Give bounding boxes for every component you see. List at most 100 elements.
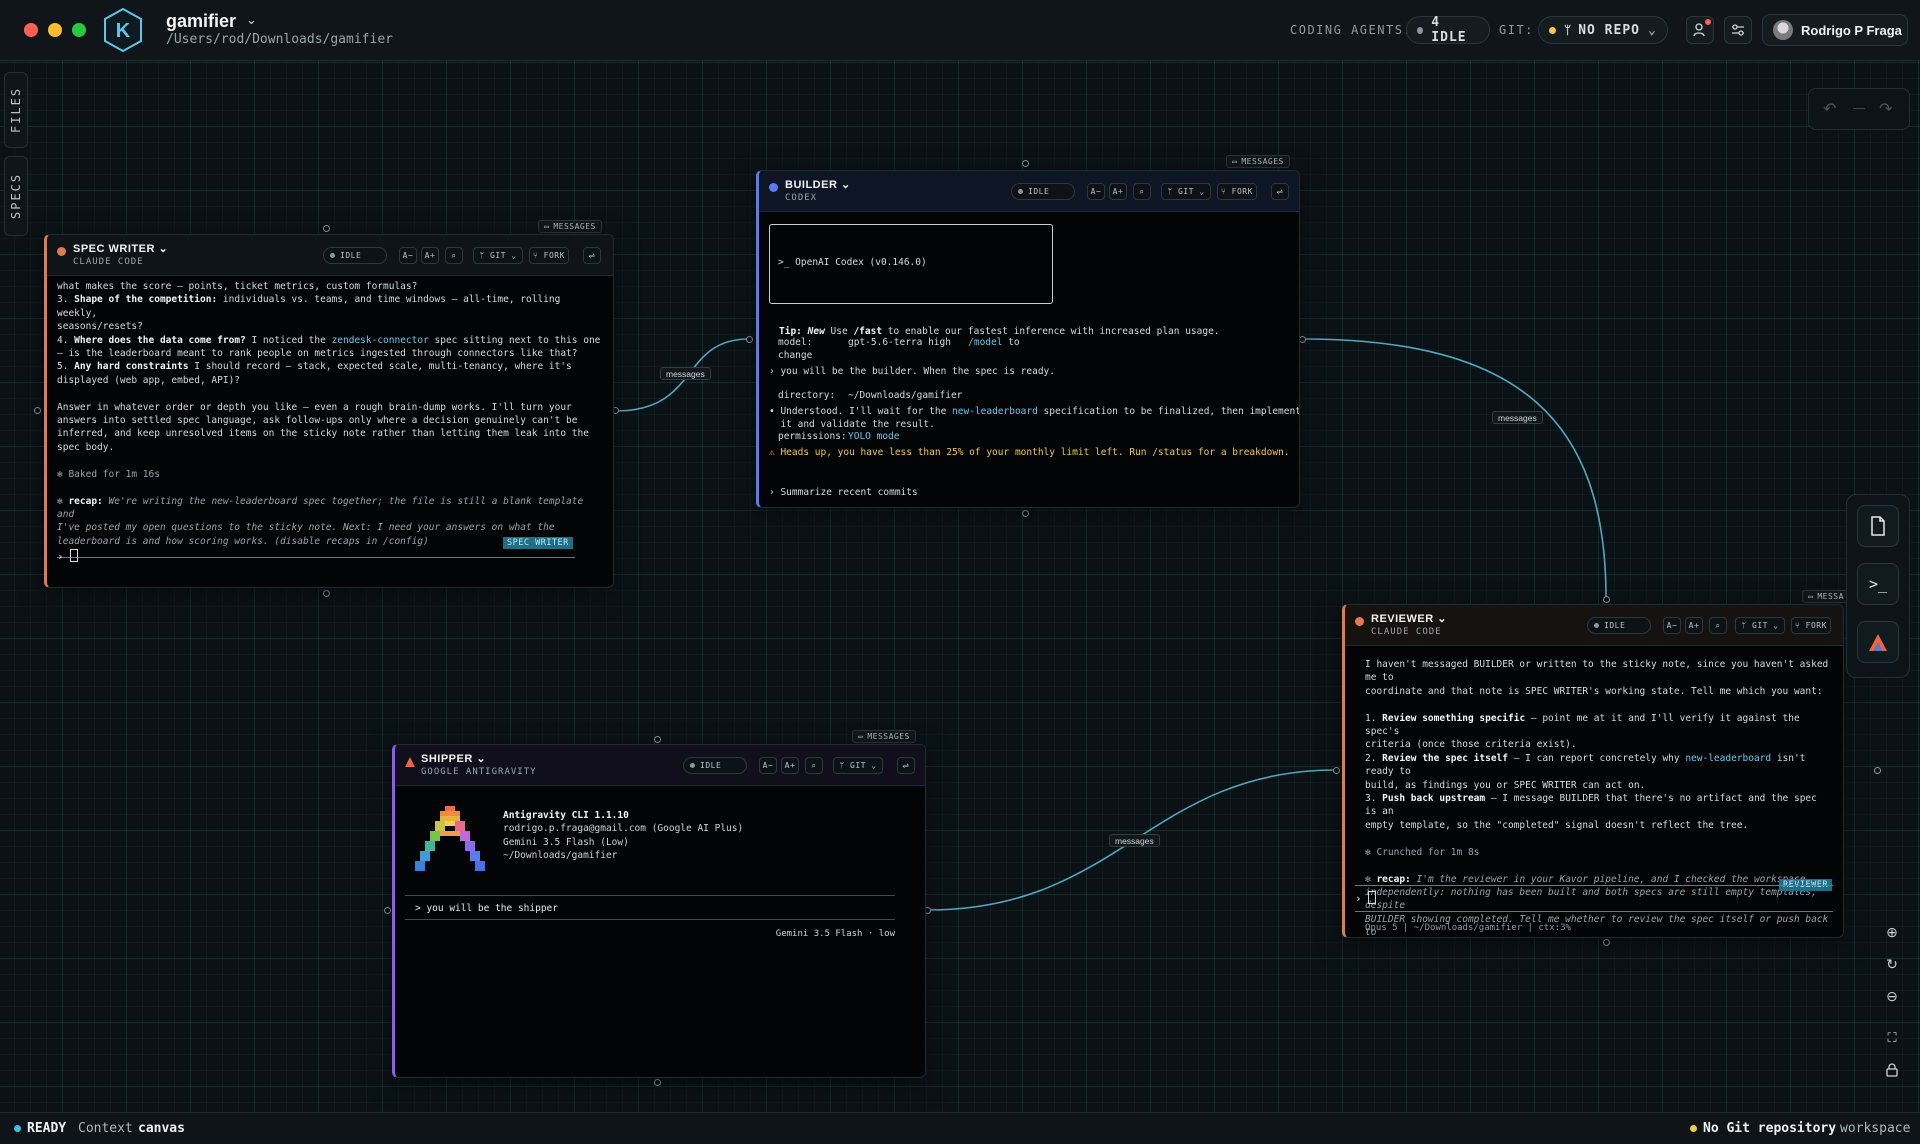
git-status-pill[interactable]: ᛘ NO REPO ⌄ (1538, 16, 1668, 44)
git-menu-button[interactable]: ᛘ GIT ⌄ (1735, 617, 1785, 634)
user-menu[interactable]: Rodrigo P Fraga (1762, 14, 1908, 46)
git-status: NO REPO (1578, 22, 1640, 38)
maximize-window-button[interactable] (72, 23, 86, 37)
messages-label: MESSAGES (1241, 157, 1284, 166)
fork-button[interactable]: ⑂ FORK (529, 247, 569, 264)
suggested-prompt[interactable]: › Summarize recent commits (769, 486, 918, 499)
connection-port[interactable] (384, 907, 391, 914)
git-menu-button[interactable]: ᛘ GIT ⌄ (1161, 183, 1211, 200)
messages-tag[interactable]: ▭ MESSAGES (1226, 155, 1290, 168)
font-increase-button[interactable]: A+ (1109, 183, 1127, 200)
sliders-icon: ⇌ (588, 251, 596, 260)
fit-view-button[interactable]: ⛶ (1880, 1026, 1904, 1050)
divider (405, 919, 895, 920)
connection-port[interactable] (1874, 767, 1881, 774)
crunched-timer: Crunched for 1m 8s (1376, 846, 1480, 858)
status-dot-icon (1549, 26, 1556, 34)
tab-specs[interactable]: SPECS (4, 156, 28, 236)
connection-port[interactable] (323, 590, 330, 597)
font-decrease-button[interactable]: A− (399, 247, 417, 264)
fork-button[interactable]: ⑂ FORK (1791, 617, 1831, 634)
sliders-icon: ⇌ (902, 761, 910, 770)
font-decrease-button[interactable]: A− (1663, 617, 1681, 634)
search-button[interactable]: ⌕ (1709, 617, 1727, 634)
panel-title[interactable]: BUILDER ⌄ (785, 178, 851, 191)
font-increase-button[interactable]: A+ (781, 757, 799, 774)
cli-model: Gemini 3.5 Flash (Low) (503, 836, 629, 848)
fork-button[interactable]: ⑂ FORK (1217, 183, 1257, 200)
messages-tag[interactable]: ▭ MESSA (1802, 590, 1850, 603)
undo-icon[interactable]: ↶ (1823, 99, 1836, 119)
panel-header: BUILDER ⌄ CODEX IDLE A− A+ ⌕ ᛘ GIT ⌄ ⑂ F… (759, 171, 1299, 212)
minimize-window-button[interactable] (48, 23, 62, 37)
connection-port[interactable] (1022, 160, 1029, 167)
connection-port[interactable] (1299, 336, 1306, 343)
agents-button[interactable] (1686, 16, 1714, 44)
cli-name: Antigravity CLI 1.1.10 (503, 810, 629, 821)
antigravity-button[interactable] (1857, 621, 1899, 663)
connection-port[interactable] (654, 736, 661, 743)
git-menu-button[interactable]: ᛘ GIT ⌄ (833, 757, 883, 774)
search-button[interactable]: ⌕ (445, 247, 463, 264)
connection-port[interactable] (323, 225, 330, 232)
user-name: Rodrigo P Fraga (1801, 22, 1902, 38)
prompt-input[interactable]: › (57, 549, 79, 563)
font-increase-button[interactable]: A+ (1685, 617, 1703, 634)
git-menu-button[interactable]: ᛘ GIT ⌄ (473, 247, 523, 264)
spec-link[interactable]: zendesk-connector (332, 335, 429, 346)
notification-dot (1705, 19, 1711, 25)
agents-status-pill[interactable]: 4 IDLE (1406, 15, 1490, 45)
connection-port[interactable] (1333, 767, 1340, 774)
panel-title[interactable]: SPEC WRITER ⌄ (73, 242, 168, 255)
panel-settings-button[interactable]: ⇌ (897, 757, 915, 774)
prompt-input[interactable]: › (1355, 891, 1377, 905)
panel-settings-button[interactable]: ⇌ (1271, 183, 1289, 200)
search-icon: ⌕ (811, 760, 817, 770)
panel-title[interactable]: REVIEWER ⌄ (1371, 612, 1447, 625)
sliders-icon: ⇌ (1276, 187, 1284, 196)
reset-zoom-button[interactable]: ↻ (1880, 952, 1904, 976)
font-decrease-button[interactable]: A− (759, 757, 777, 774)
connection-port[interactable] (654, 1079, 661, 1086)
agent-panel-reviewer: REVIEWER ⌄ CLAUDE CODE IDLE A− A+ ⌕ ᛘ GI… (1342, 604, 1844, 938)
project-path: /Users/rod/Downloads/gamifier (166, 32, 393, 47)
chevron-down-icon[interactable]: ⌄ (246, 12, 257, 28)
redo-icon[interactable]: ↷ (1879, 99, 1892, 119)
undo-redo-toolbar: ↶ ↷ (1808, 88, 1910, 130)
new-terminal-button[interactable]: >_ (1857, 563, 1899, 605)
chevron-down-icon: ⌄ (1648, 22, 1657, 38)
panel-settings-button[interactable]: ⇌ (583, 247, 601, 264)
settings-button[interactable] (1724, 16, 1752, 44)
close-window-button[interactable] (24, 23, 38, 37)
cursor (70, 549, 79, 562)
connection-port[interactable] (34, 407, 41, 414)
connection-port[interactable] (1603, 939, 1610, 946)
spec-link[interactable]: new-leaderboard (952, 406, 1038, 417)
connection-port[interactable] (746, 336, 753, 343)
tab-files[interactable]: FILES (4, 72, 28, 148)
new-file-button[interactable] (1857, 505, 1899, 547)
panel-title[interactable]: SHIPPER ⌄ (421, 752, 486, 765)
messages-tag[interactable]: ▭ MESSAGES (852, 730, 916, 743)
connection-port[interactable] (1022, 510, 1029, 517)
git-label: GIT: (1499, 23, 1534, 37)
zoom-out-button[interactable]: ⊖ (1880, 984, 1904, 1008)
project-name[interactable]: gamifier (166, 11, 236, 32)
idle-status: IDLE (1011, 183, 1075, 200)
agent-badge: SPEC WRITER (503, 537, 573, 549)
message-icon: ▭ (1808, 592, 1814, 601)
search-button[interactable]: ⌕ (805, 757, 823, 774)
lock-button[interactable] (1880, 1058, 1904, 1082)
messages-tag[interactable]: ▭ MESSAGES (538, 220, 602, 233)
spec-link[interactable]: new-leaderboard (1685, 753, 1771, 764)
connection-port[interactable] (1603, 596, 1610, 603)
status-bar: READY Context canvas No Git repository w… (0, 1112, 1920, 1144)
git-scope: workspace (1840, 1121, 1911, 1136)
zoom-in-button[interactable]: ⊕ (1880, 920, 1904, 944)
font-decrease-button[interactable]: A− (1087, 183, 1105, 200)
panel-subtitle: CODEX (785, 193, 818, 203)
search-button[interactable]: ⌕ (1133, 183, 1151, 200)
font-increase-button[interactable]: A+ (421, 247, 439, 264)
agents-status: 4 IDLE (1431, 15, 1467, 45)
assistant-reply: • Understood. I'll wait for the new-lead… (769, 406, 1300, 431)
